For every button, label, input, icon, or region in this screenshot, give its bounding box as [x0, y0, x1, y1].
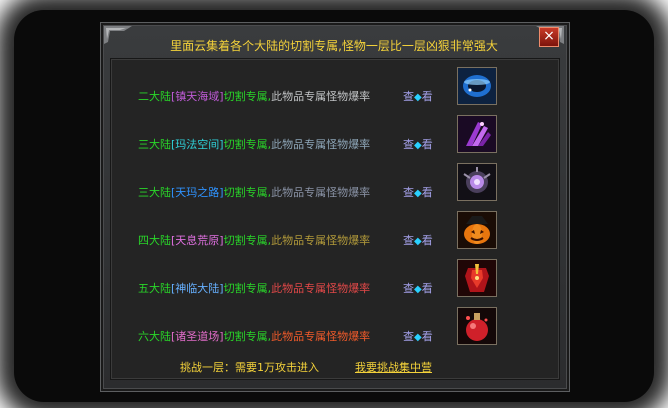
suffix-label: 切割专属,	[223, 330, 272, 343]
list-item: 三大陆[玛法空间]切割专属,此物品专属怪物爆率	[138, 137, 370, 153]
view-button[interactable]: 查◆看	[403, 89, 433, 106]
view-label: 看	[421, 234, 433, 247]
suffix-label: 切割专属,	[223, 282, 272, 295]
description-label: 此物品专属怪物爆率	[271, 282, 371, 295]
close-button[interactable]: ×	[539, 27, 559, 47]
view-label: 查	[403, 138, 414, 151]
diamond-icon: ◆	[414, 332, 422, 343]
view-label: 看	[421, 282, 433, 295]
continent-label: 三大陆	[138, 186, 171, 199]
location-link[interactable]: [诸圣道场]	[171, 330, 224, 343]
diamond-icon: ◆	[414, 92, 422, 103]
continent-label: 三大陆	[138, 138, 171, 151]
location-link[interactable]: [天息荒原]	[171, 234, 224, 247]
list-item: 四大陆[天息荒原]切割专属,此物品专属怪物爆率	[138, 233, 370, 249]
view-label: 看	[421, 138, 433, 151]
view-label: 查	[403, 330, 414, 343]
description-label: 此物品专属怪物爆率	[271, 90, 371, 103]
suffix-label: 切割专属,	[223, 234, 272, 247]
dialog-title: 里面云集着各个大陆的切割专属,怪物一层比一层凶狠非常强大	[170, 39, 498, 53]
view-label: 看	[421, 186, 433, 199]
list-item: 三大陆[天玛之路]切割专属,此物品专属怪物爆率	[138, 185, 370, 201]
view-label: 看	[421, 330, 433, 343]
description-label: 此物品专属怪物爆率	[271, 186, 371, 199]
continent-label: 五大陆	[138, 282, 171, 295]
view-button[interactable]: 查◆看	[403, 185, 433, 202]
location-link[interactable]: [镇天海域]	[171, 90, 224, 103]
diamond-icon: ◆	[414, 284, 422, 295]
location-link[interactable]: [天玛之路]	[171, 186, 224, 199]
view-button[interactable]: 查◆看	[403, 137, 433, 154]
suffix-label: 切割专属,	[223, 90, 272, 103]
diamond-icon: ◆	[414, 188, 422, 199]
view-button[interactable]: 查◆看	[403, 281, 433, 298]
description-label: 此物品专属怪物爆率	[271, 138, 371, 151]
challenge-link[interactable]: 我要挑战集中营	[355, 360, 432, 376]
blue-bracelet-icon[interactable]	[457, 67, 497, 105]
description-label: 此物品专属怪物爆率	[271, 234, 371, 247]
list-item: 二大陆[镇天海域]切割专属,此物品专属怪物爆率	[138, 89, 370, 105]
list-item: 五大陆[神临大陆]切割专属,此物品专属怪物爆率	[138, 281, 370, 297]
suffix-label: 切割专属,	[223, 186, 272, 199]
location-link[interactable]: [玛法空间]	[171, 138, 224, 151]
view-label: 查	[403, 282, 414, 295]
view-label: 看	[421, 90, 433, 103]
pumpkin-icon[interactable]	[457, 211, 497, 249]
location-link[interactable]: [神临大陆]	[171, 282, 224, 295]
description-label: 此物品专属怪物爆率	[271, 330, 371, 343]
continent-label: 六大陆	[138, 330, 171, 343]
view-label: 查	[403, 234, 414, 247]
diamond-icon: ◆	[414, 236, 422, 247]
continent-label: 四大陆	[138, 234, 171, 247]
suffix-label: 切割专属,	[223, 138, 272, 151]
red-armor-icon[interactable]	[457, 259, 497, 297]
purple-orb-icon[interactable]	[457, 163, 497, 201]
view-button[interactable]: 查◆看	[403, 329, 433, 346]
view-label: 查	[403, 186, 414, 199]
view-button[interactable]: 查◆看	[403, 233, 433, 250]
diamond-icon: ◆	[414, 140, 422, 151]
red-potion-icon[interactable]	[457, 307, 497, 345]
purple-claw-icon[interactable]	[457, 115, 497, 153]
list-item: 六大陆[诸圣道场]切割专属,此物品专属怪物爆率	[138, 329, 370, 345]
continent-label: 二大陆	[138, 90, 171, 103]
challenge-requirement: 挑战一层：需要1万攻击进入	[180, 361, 319, 374]
view-label: 查	[403, 90, 414, 103]
